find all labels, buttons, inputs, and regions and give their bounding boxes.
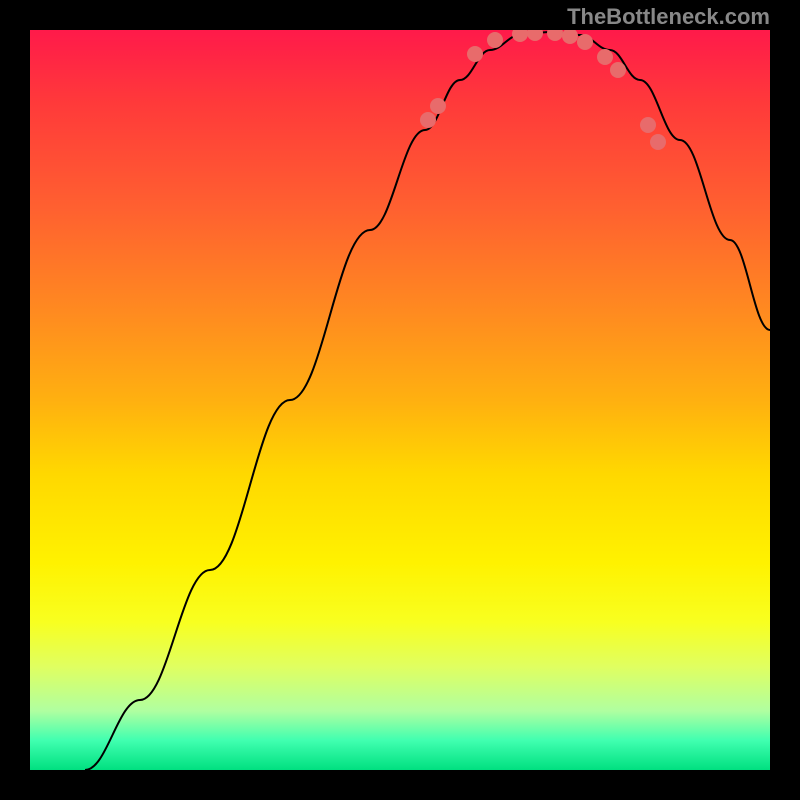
data-point xyxy=(430,98,446,114)
data-point xyxy=(547,30,563,41)
data-points xyxy=(420,30,666,150)
chart-container xyxy=(30,30,770,770)
data-point xyxy=(650,134,666,150)
data-point xyxy=(467,46,483,62)
data-point xyxy=(577,34,593,50)
data-point xyxy=(640,117,656,133)
data-point xyxy=(562,30,578,44)
data-point xyxy=(610,62,626,78)
curve-line xyxy=(85,32,770,770)
data-point xyxy=(597,49,613,65)
data-point xyxy=(420,112,436,128)
watermark-text: TheBottleneck.com xyxy=(567,4,770,30)
chart-svg xyxy=(30,30,770,770)
data-point xyxy=(487,32,503,48)
data-point xyxy=(512,30,528,42)
data-point xyxy=(527,30,543,41)
